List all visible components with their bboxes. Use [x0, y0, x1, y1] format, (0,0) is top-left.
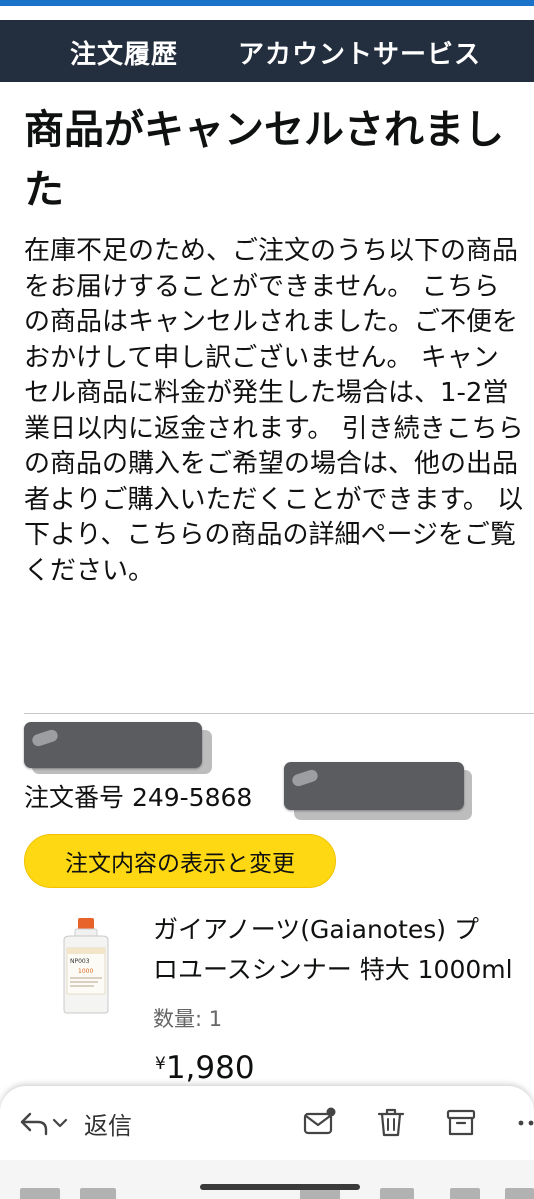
- home-indicator[interactable]: [200, 1184, 360, 1190]
- product-quantity: 数量: 1: [153, 1007, 223, 1031]
- product-title-line-2: ロユースシンナー 特大 1000ml: [153, 955, 513, 984]
- archive-icon[interactable]: [444, 1106, 478, 1138]
- more-icon[interactable]: [512, 1106, 534, 1138]
- reply-button-label[interactable]: 返信: [84, 1106, 132, 1141]
- nav-account-services-link[interactable]: アカウントサービス: [238, 34, 481, 71]
- product-title-line-1: ガイアノーツ(Gaianotes) プ: [153, 915, 480, 944]
- cancellation-message-body: 在庫不足のため、ご注文のうち以下の商品をお届けすることができません。 こちらの商…: [24, 236, 524, 586]
- product-label-volume: 1000: [78, 968, 93, 975]
- mark-unread-icon[interactable]: [302, 1106, 336, 1138]
- nav-orders-link[interactable]: 注文履歴: [70, 34, 178, 71]
- delete-icon[interactable]: [374, 1106, 408, 1138]
- product-title-link[interactable]: ガイアノーツ(Gaianotes) プ ロユースシンナー 特大 1000ml: [153, 910, 534, 994]
- product-thinner-bottle-image[interactable]: NP003 1000: [56, 918, 116, 1014]
- top-spacer: [0, 6, 534, 20]
- bottom-nav-peek: [0, 1160, 534, 1199]
- view-edit-order-button[interactable]: 注文内容の表示と変更: [24, 834, 336, 888]
- amazon-nav-bar: 注文履歴 アカウントサービス: [0, 20, 534, 82]
- cancellation-headline: 商品がキャンセルされました: [24, 107, 504, 213]
- product-label-brand: NP003: [70, 958, 90, 965]
- chevron-down-icon: [52, 1118, 68, 1128]
- price-value: 1,980: [165, 1050, 255, 1086]
- order-number: 注文番号 249-5868: [24, 783, 253, 812]
- section-divider: [24, 713, 534, 714]
- email-action-bar: 返信: [0, 1086, 534, 1160]
- product-price: ¥1,980: [155, 1050, 255, 1086]
- reply-icon[interactable]: [18, 1110, 70, 1138]
- price-currency-symbol: ¥: [155, 1054, 166, 1074]
